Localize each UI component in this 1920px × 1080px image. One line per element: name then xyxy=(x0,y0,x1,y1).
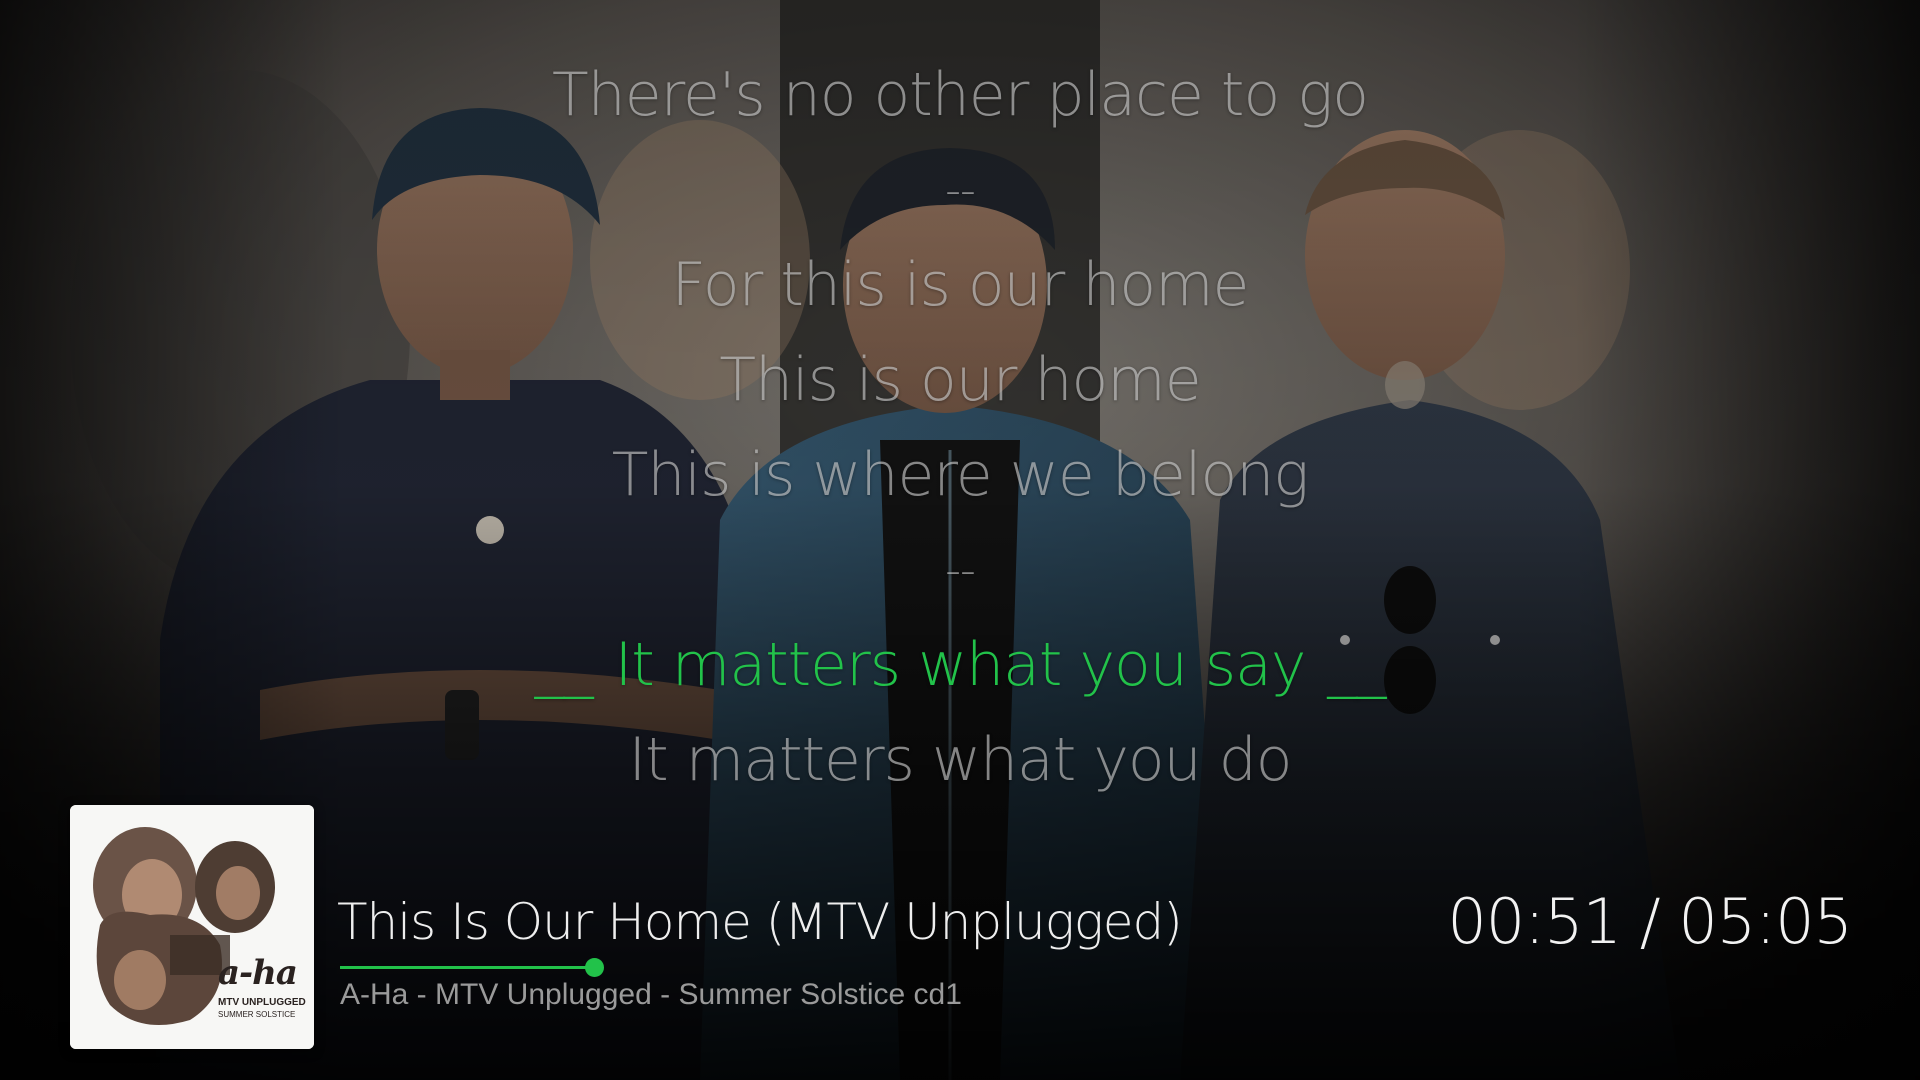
lyric-line-active: __ It matters what you say __ xyxy=(0,618,1920,713)
lyric-line: There's no other place to go xyxy=(552,60,1369,130)
total-duration: 05:05 xyxy=(1678,885,1853,958)
lyric-separator: -- xyxy=(945,545,976,596)
album-cover-badge: MTV UNPLUGGED xyxy=(218,997,306,1008)
lyric-line: It matters what you do xyxy=(628,725,1292,795)
active-lyric-text: It matters what you say xyxy=(614,630,1307,700)
track-title: This Is Our Home (MTV Unplugged) xyxy=(337,893,1183,951)
playback-time: 00:51 / 05:05 xyxy=(1447,885,1853,958)
progress-bar-thumb[interactable] xyxy=(585,958,604,977)
active-line-marker-right: __ xyxy=(1327,630,1386,700)
now-playing-screen: There's no other place to go -- For this… xyxy=(0,0,1920,1080)
lyric-line: This is our home xyxy=(719,345,1201,415)
time-separator: / xyxy=(1621,885,1679,958)
active-line-marker-left: __ xyxy=(534,630,594,700)
lyric-line: For this is our home xyxy=(671,250,1250,320)
lyric-separator: -- xyxy=(945,165,976,216)
progress-bar-fill xyxy=(340,966,594,969)
album-cover-caption: SUMMER SOLSTICE xyxy=(218,1010,296,1019)
lyric-line: This is where we belong xyxy=(611,440,1310,510)
album-cover-artist-logo: a-ha xyxy=(218,953,298,993)
lyrics-panel: There's no other place to go -- For this… xyxy=(0,48,1920,808)
track-artist-album: A-Ha - MTV Unplugged - Summer Solstice c… xyxy=(340,978,962,1011)
elapsed-time: 00:51 xyxy=(1447,885,1622,958)
progress-bar[interactable] xyxy=(340,958,1860,977)
album-cover: a-ha MTV UNPLUGGED SUMMER SOLSTICE xyxy=(70,805,314,1049)
